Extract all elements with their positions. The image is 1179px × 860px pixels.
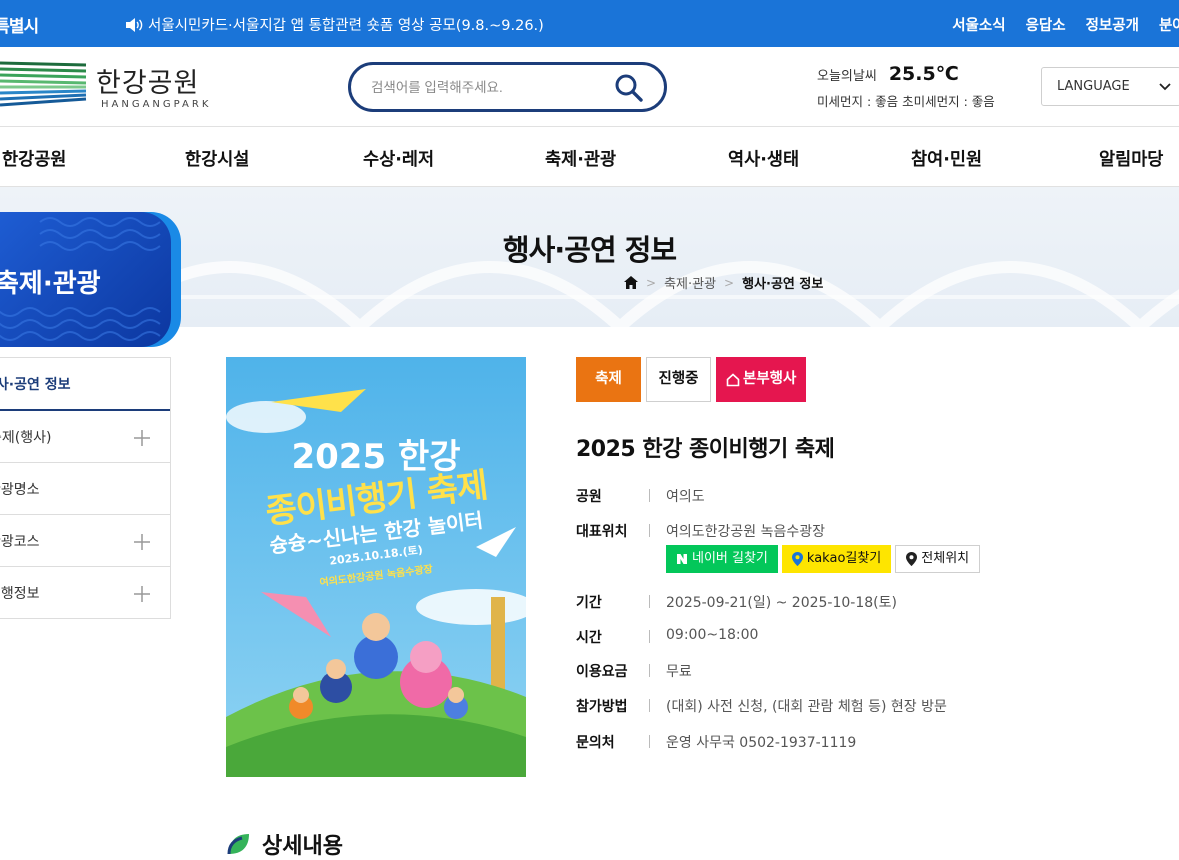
- info-key: 문의처: [576, 735, 615, 751]
- side-menu-item-label: 관광명소: [0, 482, 40, 498]
- side-menu-header: 축제·관광: [0, 212, 181, 347]
- map-pin-icon: [906, 552, 918, 566]
- chevron-down-icon: [1159, 83, 1171, 91]
- weather-widget: 오늘의날씨 25.5℃ 미세먼지 : 좋음 초미세먼지 : 좋음: [817, 63, 995, 110]
- naver-directions-label: 네이버 길찾기: [692, 551, 768, 566]
- divider: [649, 489, 650, 502]
- breadcrumb-separator: >: [646, 275, 657, 290]
- info-key: 시간: [576, 630, 602, 646]
- info-value: 여의도: [666, 489, 705, 505]
- map-pin-icon: [791, 552, 803, 566]
- expand-plus-icon[interactable]: [134, 534, 150, 550]
- link-by-field[interactable]: 분야별: [1159, 14, 1179, 35]
- host-badge-label: 본부행사: [743, 371, 797, 387]
- info-key: 대표위치: [576, 524, 628, 540]
- status-badge: 진행중: [646, 357, 711, 402]
- main-navigation: 한강공원 한강시설 수상·레저 축제·관광 역사·생태 참여·민원 알림마당: [0, 127, 1179, 187]
- side-menu-item-label: 행사·공연 정보: [0, 377, 71, 393]
- search-icon[interactable]: [614, 73, 644, 103]
- logo-korean-text: 한강공원: [96, 68, 200, 99]
- side-menu-item-attractions[interactable]: 관광명소: [0, 463, 170, 515]
- event-title: 2025 한강 종이비행기 축제: [576, 437, 835, 462]
- nav-history-ecology[interactable]: 역사·생태: [728, 146, 799, 171]
- weather-label: 오늘의날씨: [817, 69, 877, 84]
- breadcrumb-separator: >: [724, 275, 735, 290]
- host-badge: 본부행사: [716, 357, 807, 402]
- nav-notice[interactable]: 알림마당: [1099, 146, 1163, 171]
- breadcrumb: > 축제·관광 > 행사·공연 정보: [624, 273, 823, 292]
- event-poster: 2025 한강 종이비행기 축제 슝슝~신나는 한강 놀이터 2025.10.1…: [226, 357, 526, 777]
- nav-participation[interactable]: 참여·민원: [911, 146, 982, 171]
- side-menu-item-label: 축제(행사): [0, 430, 52, 446]
- side-menu-item-label: 관광코스: [0, 534, 40, 550]
- divider: [649, 595, 650, 608]
- all-locations-button[interactable]: 전체위치: [895, 545, 981, 573]
- link-eungdapso[interactable]: 응답소: [1026, 14, 1066, 35]
- nav-festival-tourism[interactable]: 축제·관광: [545, 146, 616, 171]
- info-value: 무료: [666, 664, 692, 680]
- link-seoul-news[interactable]: 서울소식: [952, 14, 1005, 35]
- side-menu-item-festival[interactable]: 축제(행사): [0, 411, 170, 463]
- search-input[interactable]: [371, 75, 611, 99]
- map-buttons: 네이버 길찾기 kakao길찾기 전체위치: [666, 545, 981, 573]
- divider: [649, 664, 650, 677]
- notice-banner[interactable]: 서울시민카드·서울지갑 앱 통합관련 숏폼 영상 공모(9.8.~9.26.): [124, 14, 544, 35]
- breadcrumb-current: 행사·공연 정보: [742, 277, 824, 292]
- category-badge: 축제: [576, 357, 641, 402]
- event-badges: 축제 진행중 본부행사: [576, 357, 807, 402]
- info-value: 09:00~18:00: [666, 627, 759, 643]
- kakao-directions-button[interactable]: kakao길찾기: [781, 545, 892, 573]
- nav-water-leisure[interactable]: 수상·레저: [363, 146, 434, 171]
- speaker-icon: [126, 17, 143, 32]
- side-menu: 행사·공연 정보 축제(행사) 관광명소 관광코스 여행정보: [0, 357, 171, 619]
- side-menu-item-travel-info[interactable]: 여행정보: [0, 567, 170, 619]
- expand-plus-icon[interactable]: [134, 586, 150, 602]
- section-leaf-icon: [227, 834, 249, 855]
- top-bar: 서울특별시 서울시민카드·서울지갑 앱 통합관련 숏폼 영상 공모(9.8.~9…: [0, 0, 1179, 47]
- side-menu-title: 축제·관광: [0, 269, 101, 299]
- link-info-disclosure[interactable]: 정보공개: [1086, 14, 1139, 35]
- detail-section-heading: 상세내용: [226, 828, 343, 860]
- divider: [649, 735, 650, 748]
- side-menu-item-events[interactable]: 행사·공연 정보: [0, 358, 170, 411]
- info-key: 참가방법: [576, 699, 628, 715]
- info-value: 여의도한강공원 녹음수광장: [666, 524, 826, 540]
- site-header: 한강공원 HANGANGPARK 오늘의날씨 25.5℃ 미세먼지 : 좋음 초…: [0, 47, 1179, 127]
- search-box: [348, 62, 667, 112]
- info-value: (대회) 사전 신청, (대회 관람 체험 등) 현장 방문: [666, 699, 947, 715]
- naver-directions-button[interactable]: 네이버 길찾기: [666, 545, 778, 573]
- logo-mark-icon: [0, 61, 87, 107]
- language-label: LANGUAGE: [1057, 79, 1130, 94]
- breadcrumb-festival-tourism[interactable]: 축제·관광: [664, 273, 716, 292]
- divider: [649, 630, 650, 643]
- language-select[interactable]: LANGUAGE: [1041, 67, 1179, 106]
- info-value: 2025-09-21(일) ~ 2025-10-18(토): [666, 595, 897, 611]
- hangang-park-logo[interactable]: 한강공원 HANGANGPARK: [0, 59, 208, 115]
- nav-hangang-park[interactable]: 한강공원: [2, 146, 66, 171]
- divider: [649, 699, 650, 712]
- detail-heading-text: 상세내용: [262, 834, 343, 859]
- logo-english-text: HANGANGPARK: [101, 99, 212, 110]
- info-value: 운영 사무국 0502-1937-1119: [666, 735, 857, 751]
- notice-text: 서울시민카드·서울지갑 앱 통합관련 숏폼 영상 공모(9.8.~9.26.): [148, 18, 544, 34]
- divider: [649, 524, 650, 537]
- temperature: 25.5℃: [888, 63, 959, 85]
- side-menu-item-courses[interactable]: 관광코스: [0, 515, 170, 567]
- nav-hangang-facilities[interactable]: 한강시설: [185, 146, 249, 171]
- info-key: 공원: [576, 489, 602, 505]
- house-icon: [726, 372, 740, 386]
- kakao-directions-label: kakao길찾기: [806, 551, 882, 566]
- expand-plus-icon[interactable]: [134, 430, 150, 446]
- top-links: 서울소식 응답소 정보공개 분야별: [952, 14, 1179, 35]
- info-key: 기간: [576, 595, 602, 611]
- info-key: 이용요금: [576, 664, 628, 680]
- home-icon[interactable]: [624, 276, 638, 289]
- seoul-city-link[interactable]: 서울특별시: [0, 12, 39, 37]
- side-menu-item-label: 여행정보: [0, 586, 40, 602]
- fine-dust-status: 미세먼지 : 좋음 초미세먼지 : 좋음: [817, 94, 995, 109]
- all-locations-label: 전체위치: [921, 551, 970, 566]
- naver-logo-icon: [677, 554, 687, 564]
